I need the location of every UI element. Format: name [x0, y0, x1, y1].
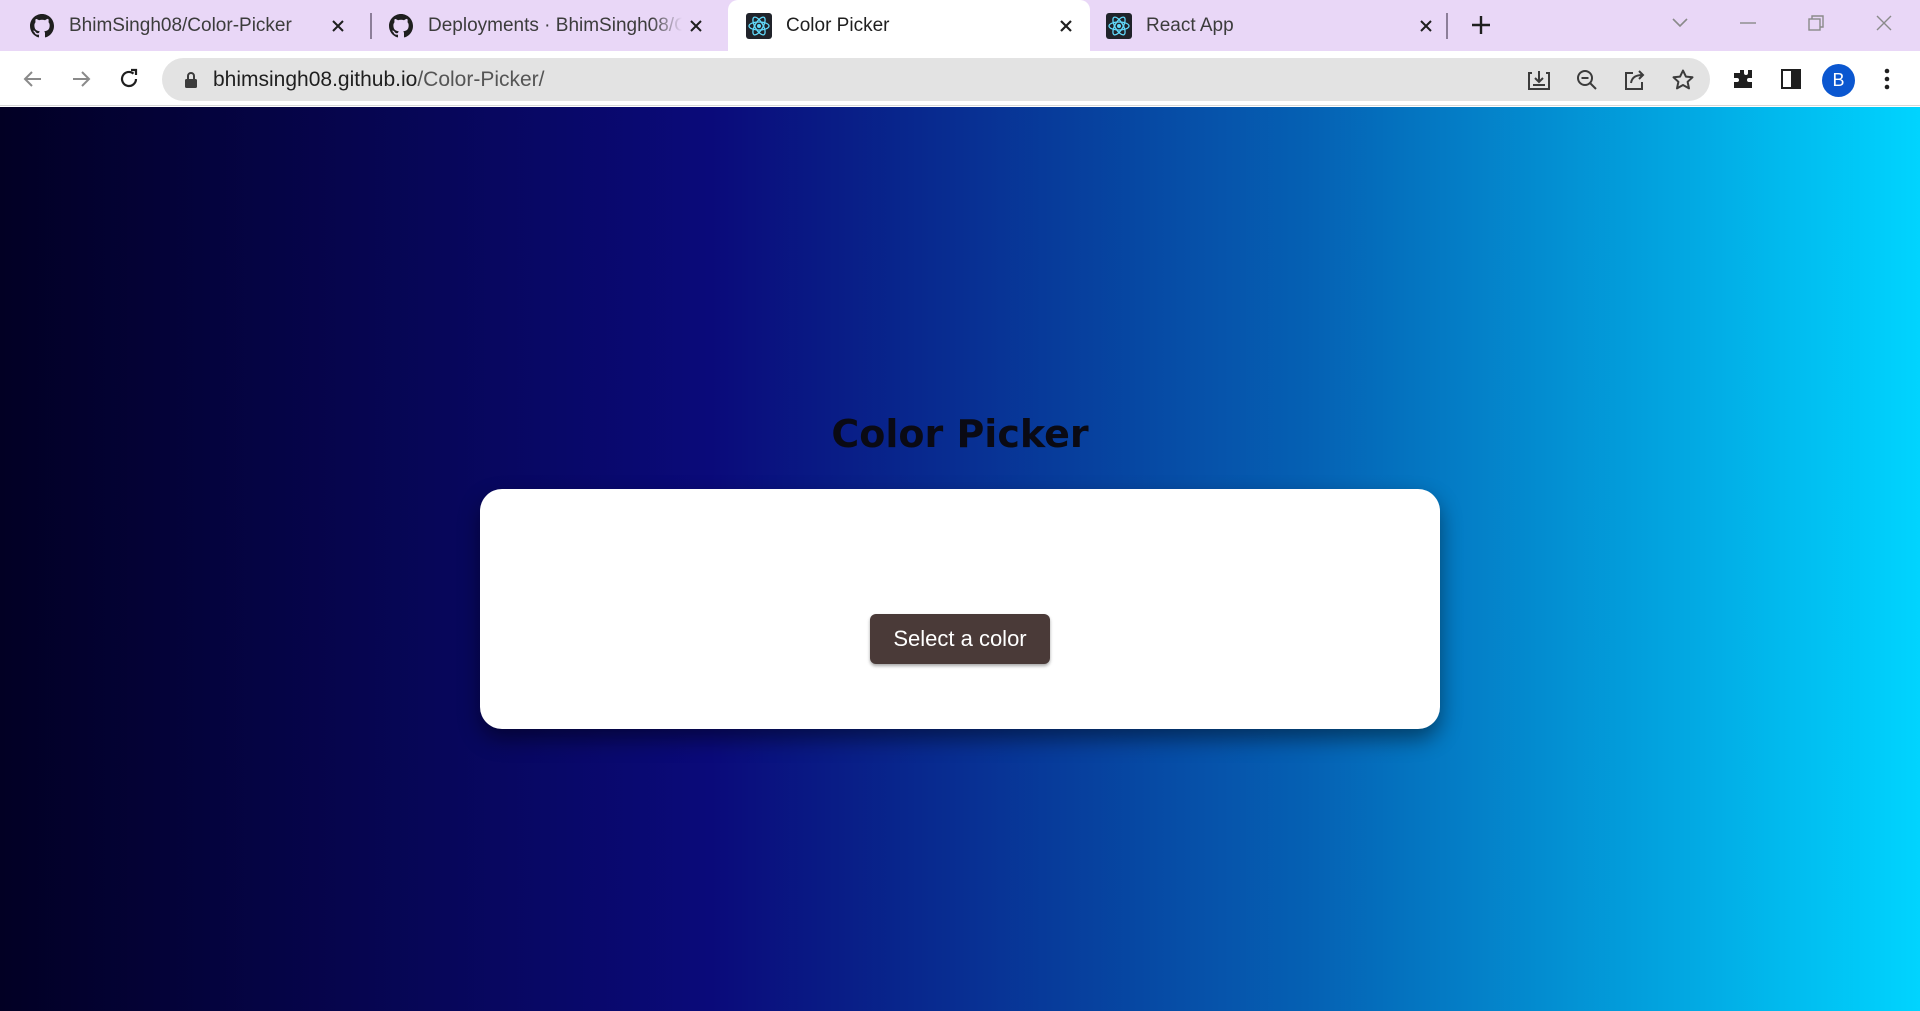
side-panel-icon: [1781, 69, 1801, 89]
react-icon: [1106, 12, 1132, 39]
github-icon: [29, 13, 55, 39]
select-color-button[interactable]: Select a color: [870, 614, 1050, 664]
url-text: bhimsingh08.github.io/Color-Picker/: [213, 68, 545, 92]
chevron-down-icon: [1672, 18, 1688, 28]
side-panel-button[interactable]: [1774, 62, 1808, 96]
tab-title: React App: [1146, 14, 1234, 36]
extensions-button[interactable]: [1726, 62, 1760, 96]
tab-react-app[interactable]: React App: [1090, 0, 1450, 51]
close-icon[interactable]: [682, 12, 710, 40]
url-domain: bhimsingh08.github.io: [213, 67, 418, 91]
tab-title: Color Picker: [786, 14, 890, 36]
minimize-button[interactable]: [1732, 8, 1764, 38]
zoom-out-icon[interactable]: [1571, 64, 1603, 96]
tab-deployments[interactable]: Deployments · BhimSingh08/Color-Picker: [370, 0, 720, 51]
page-title: Color Picker: [831, 412, 1089, 456]
kebab-menu-icon: [1884, 68, 1890, 90]
browser-toolbar: bhimsingh08.github.io/Color-Picker/ B: [0, 51, 1920, 106]
reload-icon: [120, 68, 138, 88]
profile-avatar[interactable]: B: [1822, 64, 1855, 97]
tab-strip: BhimSingh08/Color-Picker Deployments · B…: [0, 0, 1920, 51]
close-window-button[interactable]: [1868, 8, 1900, 38]
close-icon[interactable]: [324, 12, 352, 40]
url-path: /Color-Picker/: [417, 67, 545, 91]
address-bar[interactable]: bhimsingh08.github.io/Color-Picker/: [162, 58, 1710, 101]
install-app-icon[interactable]: [1523, 64, 1555, 96]
close-icon[interactable]: [1052, 12, 1080, 40]
new-tab-button[interactable]: [1466, 10, 1496, 40]
close-icon[interactable]: [1412, 12, 1440, 40]
page-viewport: Color Picker Select a color: [0, 107, 1920, 1011]
restore-button[interactable]: [1800, 8, 1832, 38]
arrow-left-icon: [23, 71, 41, 87]
menu-button[interactable]: [1870, 62, 1904, 96]
close-icon: [1876, 15, 1892, 31]
react-icon: [746, 12, 772, 39]
share-icon[interactable]: [1619, 64, 1651, 96]
github-icon: [388, 13, 414, 39]
bookmark-star-icon[interactable]: [1667, 64, 1699, 96]
forward-button[interactable]: [64, 62, 98, 96]
puzzle-icon: [1734, 70, 1752, 88]
tab-title: Deployments · BhimSingh08/Color-Picker: [428, 14, 682, 36]
tab-title: BhimSingh08/Color-Picker: [69, 14, 292, 36]
back-button[interactable]: [16, 62, 50, 96]
reload-button[interactable]: [112, 62, 146, 96]
minimize-icon: [1740, 22, 1756, 24]
tab-github-repo[interactable]: BhimSingh08/Color-Picker: [0, 0, 362, 51]
arrow-right-icon: [73, 71, 91, 87]
tab-search-button[interactable]: [1664, 8, 1696, 38]
restore-icon: [1808, 15, 1824, 31]
color-card: Select a color: [480, 489, 1440, 729]
plus-icon: [1472, 16, 1490, 34]
lock-icon[interactable]: [181, 70, 201, 90]
tab-separator: [1446, 13, 1448, 39]
tab-color-picker[interactable]: Color Picker: [728, 0, 1090, 51]
